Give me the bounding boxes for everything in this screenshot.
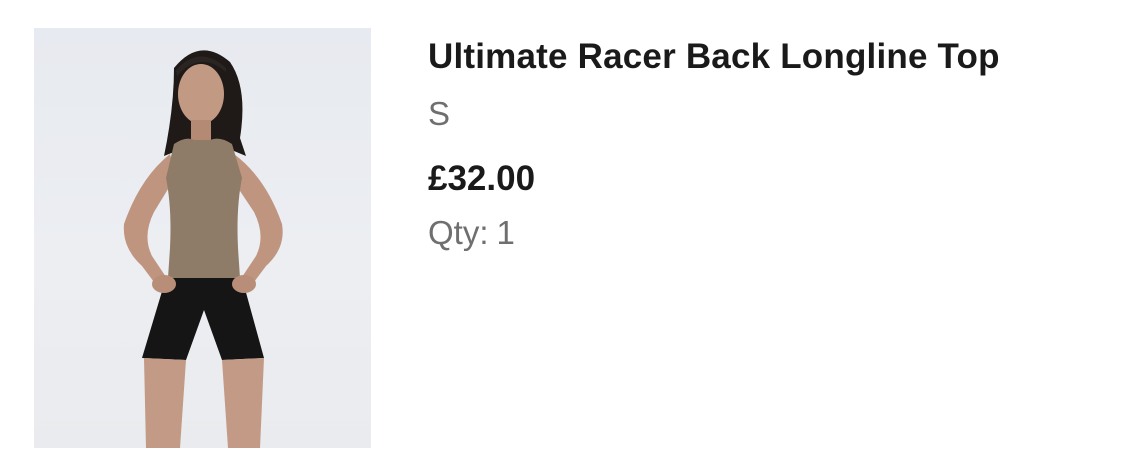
product-price: £32.00 — [428, 159, 536, 198]
product-details: Ultimate Racer Back Longline Top S £32.0… — [428, 34, 1108, 253]
product-photo-illustration — [123, 50, 283, 448]
product-title[interactable]: Ultimate Racer Back Longline Top — [428, 34, 1108, 80]
product-image[interactable] — [34, 28, 371, 448]
quantity-label: Qty: — [428, 214, 489, 251]
product-quantity: Qty: 1 — [428, 213, 1108, 253]
cart-line-item[interactable]: Ultimate Racer Back Longline Top S £32.0… — [0, 0, 1125, 467]
quantity-value: 1 — [496, 214, 515, 251]
product-size: S — [428, 95, 451, 132]
